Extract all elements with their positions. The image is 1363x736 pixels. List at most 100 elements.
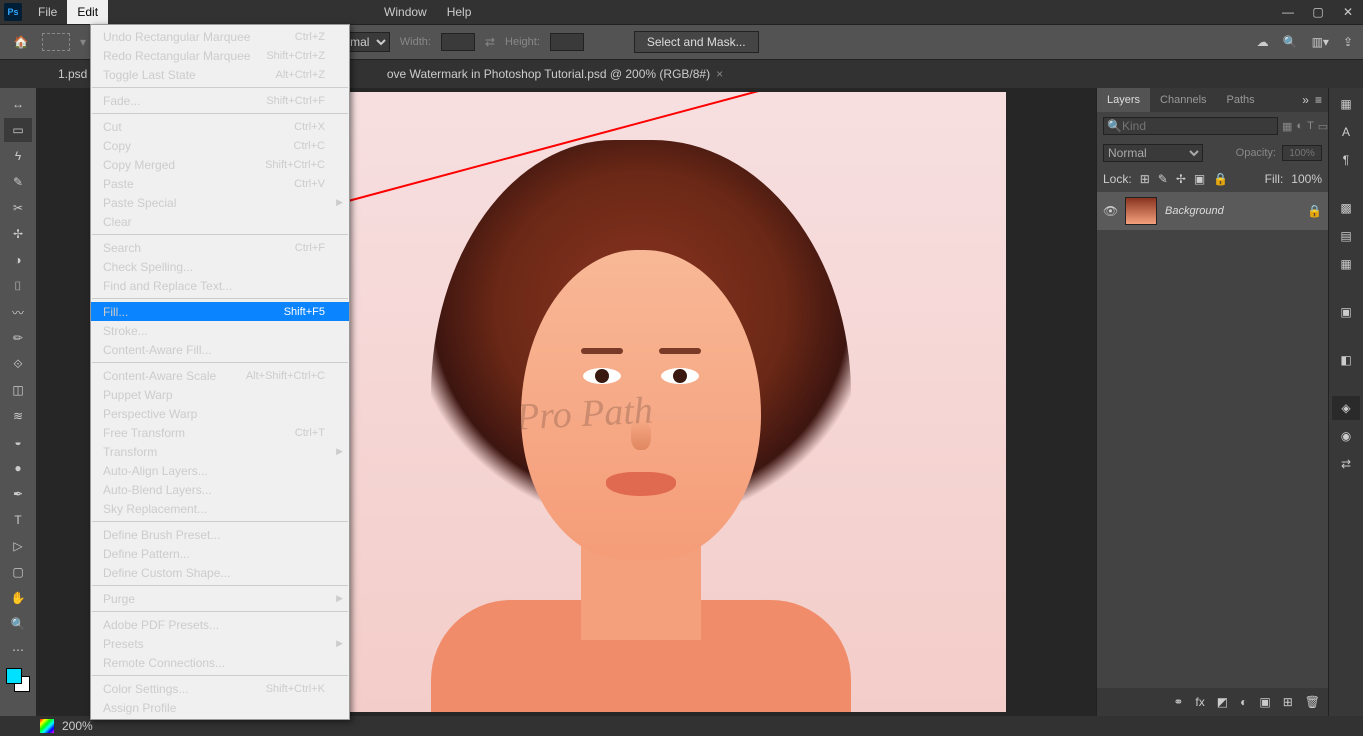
layer-filter-input[interactable] <box>1103 117 1278 135</box>
layer-row[interactable]: 👁 Background 🔒 <box>1097 192 1328 230</box>
wand-tool[interactable]: ✎ <box>4 170 32 194</box>
lock-all-icon[interactable]: 🔒 <box>1213 172 1228 186</box>
menu-item-paste[interactable]: PasteCtrl+V <box>91 174 349 193</box>
stamp-tool[interactable]: ✏ <box>4 326 32 350</box>
layer-thumb[interactable] <box>1125 197 1157 225</box>
dock-paths-icon[interactable]: ⇄ <box>1332 452 1360 476</box>
width-input[interactable] <box>441 33 475 51</box>
dock-channels-icon[interactable]: ◉ <box>1332 424 1360 448</box>
dock-layers-icon[interactable]: ◈ <box>1332 396 1360 420</box>
close-tab-icon[interactable]: × <box>716 67 723 81</box>
filter-shape-icon[interactable]: ▭ <box>1318 117 1328 135</box>
home-icon[interactable]: 🏠 <box>10 31 32 53</box>
tool-preset-thumb[interactable] <box>42 33 70 51</box>
link-icon[interactable]: ⚭ <box>1173 695 1183 709</box>
lock-icon[interactable]: 🔒 <box>1307 204 1322 218</box>
menu-item-fill[interactable]: Fill...Shift+F5 <box>91 302 349 321</box>
path-select-tool[interactable]: ▷ <box>4 534 32 558</box>
visibility-icon[interactable]: 👁 <box>1103 204 1117 218</box>
layer-name[interactable]: Background <box>1165 205 1224 217</box>
menu-item-content-aware-scale[interactable]: Content-Aware ScaleAlt+Shift+Ctrl+C <box>91 366 349 385</box>
collapse-icon[interactable]: » <box>1302 93 1309 107</box>
dock-grad-icon[interactable]: ▤ <box>1332 224 1360 248</box>
height-input[interactable] <box>550 33 584 51</box>
eraser-tool[interactable]: ◫ <box>4 378 32 402</box>
tab-paths[interactable]: Paths <box>1217 88 1265 112</box>
shape-tool[interactable]: ▢ <box>4 560 32 584</box>
status-swatch[interactable] <box>40 719 54 733</box>
document-canvas[interactable]: Pro Path <box>276 92 1006 712</box>
menu-item-undo-rectangular-marquee[interactable]: Undo Rectangular MarqueeCtrl+Z <box>91 27 349 46</box>
marquee-tool[interactable]: ▭ <box>4 118 32 142</box>
filter-pixel-icon[interactable]: ▦ <box>1282 117 1292 135</box>
type-tool[interactable]: T <box>4 508 32 532</box>
lock-pos-icon[interactable]: ✢ <box>1176 172 1186 186</box>
history-brush-tool[interactable]: ⟐ <box>4 352 32 376</box>
menu-help[interactable]: Help <box>437 0 482 24</box>
new-layer-icon[interactable]: ⊞ <box>1283 695 1293 709</box>
pen-tool[interactable]: ✒ <box>4 482 32 506</box>
color-swatches[interactable] <box>6 668 30 692</box>
maximize-icon[interactable]: ▢ <box>1303 0 1333 24</box>
menu-window[interactable]: Window <box>374 0 437 24</box>
dock-pattern-icon[interactable]: ▦ <box>1332 252 1360 276</box>
lock-trans-icon[interactable]: ⊞ <box>1140 172 1150 186</box>
menu-item-copy-merged[interactable]: Copy MergedShift+Ctrl+C <box>91 155 349 174</box>
dock-color-icon[interactable]: ▦ <box>1332 92 1360 116</box>
menu-item-color-settings[interactable]: Color Settings...Shift+Ctrl+K <box>91 679 349 698</box>
panel-menu-icon[interactable]: ≡ <box>1315 93 1322 107</box>
menu-item-clear[interactable]: Clear <box>91 212 349 231</box>
menu-item-check-spelling[interactable]: Check Spelling... <box>91 257 349 276</box>
filter-type-icon[interactable]: T <box>1307 117 1314 135</box>
menu-item-assign-profile[interactable]: Assign Profile <box>91 698 349 717</box>
menu-item-sky-replacement[interactable]: Sky Replacement... <box>91 499 349 518</box>
brush-tool[interactable]: 〰 <box>4 300 32 324</box>
menu-item-cut[interactable]: CutCtrl+X <box>91 117 349 136</box>
heal-tool[interactable]: ⌷ <box>4 274 32 298</box>
dock-libraries-icon[interactable]: ▣ <box>1332 300 1360 324</box>
mask-icon[interactable]: ◩ <box>1217 695 1228 709</box>
menu-item-transform[interactable]: Transform▶ <box>91 442 349 461</box>
tab-layers[interactable]: Layers <box>1097 88 1150 112</box>
tab-channels[interactable]: Channels <box>1150 88 1216 112</box>
gradient-tool[interactable]: ≋ <box>4 404 32 428</box>
chevron-down-icon[interactable]: ▾ <box>80 35 86 49</box>
eyedropper-tool[interactable]: ◑ <box>4 248 32 272</box>
menu-item-define-pattern[interactable]: Define Pattern... <box>91 544 349 563</box>
dock-adjust-icon[interactable]: ◧ <box>1332 348 1360 372</box>
menu-item-find-and-replace-text[interactable]: Find and Replace Text... <box>91 276 349 295</box>
dock-para-icon[interactable]: ¶ <box>1332 148 1360 172</box>
menu-item-content-aware-fill[interactable]: Content-Aware Fill... <box>91 340 349 359</box>
menu-item-purge[interactable]: Purge▶ <box>91 589 349 608</box>
adjustment-icon[interactable]: ◐ <box>1240 695 1247 709</box>
menu-item-search[interactable]: SearchCtrl+F <box>91 238 349 257</box>
filter-adjust-icon[interactable]: ◐ <box>1296 117 1303 135</box>
blur-tool[interactable]: ◒ <box>4 430 32 454</box>
cloud-doc-icon[interactable]: ☁ <box>1257 35 1269 49</box>
group-icon[interactable]: ▣ <box>1259 695 1270 709</box>
edit-toolbar[interactable]: ⋯ <box>4 638 32 662</box>
menu-item-copy[interactable]: CopyCtrl+C <box>91 136 349 155</box>
doc-tab-2[interactable]: ove Watermark in Photoshop Tutorial.psd … <box>379 64 731 84</box>
move-tool[interactable]: ↔ <box>4 92 32 116</box>
zoom-tool[interactable]: 🔍 <box>4 612 32 636</box>
fx-icon[interactable]: fx <box>1195 695 1204 709</box>
menu-item-define-brush-preset[interactable]: Define Brush Preset... <box>91 525 349 544</box>
menu-item-stroke[interactable]: Stroke... <box>91 321 349 340</box>
dock-swatches-icon[interactable]: ▩ <box>1332 196 1360 220</box>
menu-item-redo-rectangular-marquee[interactable]: Redo Rectangular MarqueeShift+Ctrl+Z <box>91 46 349 65</box>
lock-nest-icon[interactable]: ▣ <box>1194 172 1205 186</box>
trash-icon[interactable]: 🗑 <box>1305 695 1320 709</box>
lasso-tool[interactable]: ϟ <box>4 144 32 168</box>
swap-icon[interactable]: ⇄ <box>485 35 495 49</box>
share-icon[interactable]: ⇪ <box>1343 35 1353 49</box>
dodge-tool[interactable]: ● <box>4 456 32 480</box>
frame-tool[interactable]: ✢ <box>4 222 32 246</box>
workspace-icon[interactable]: ▥▾ <box>1312 35 1329 49</box>
menu-item-paste-special[interactable]: Paste Special▶ <box>91 193 349 212</box>
menu-file[interactable]: File <box>28 0 67 24</box>
opacity-value[interactable]: 100% <box>1282 145 1322 161</box>
crop-tool[interactable]: ✂ <box>4 196 32 220</box>
dock-char-icon[interactable]: A <box>1332 120 1360 144</box>
menu-item-adobe-pdf-presets[interactable]: Adobe PDF Presets... <box>91 615 349 634</box>
